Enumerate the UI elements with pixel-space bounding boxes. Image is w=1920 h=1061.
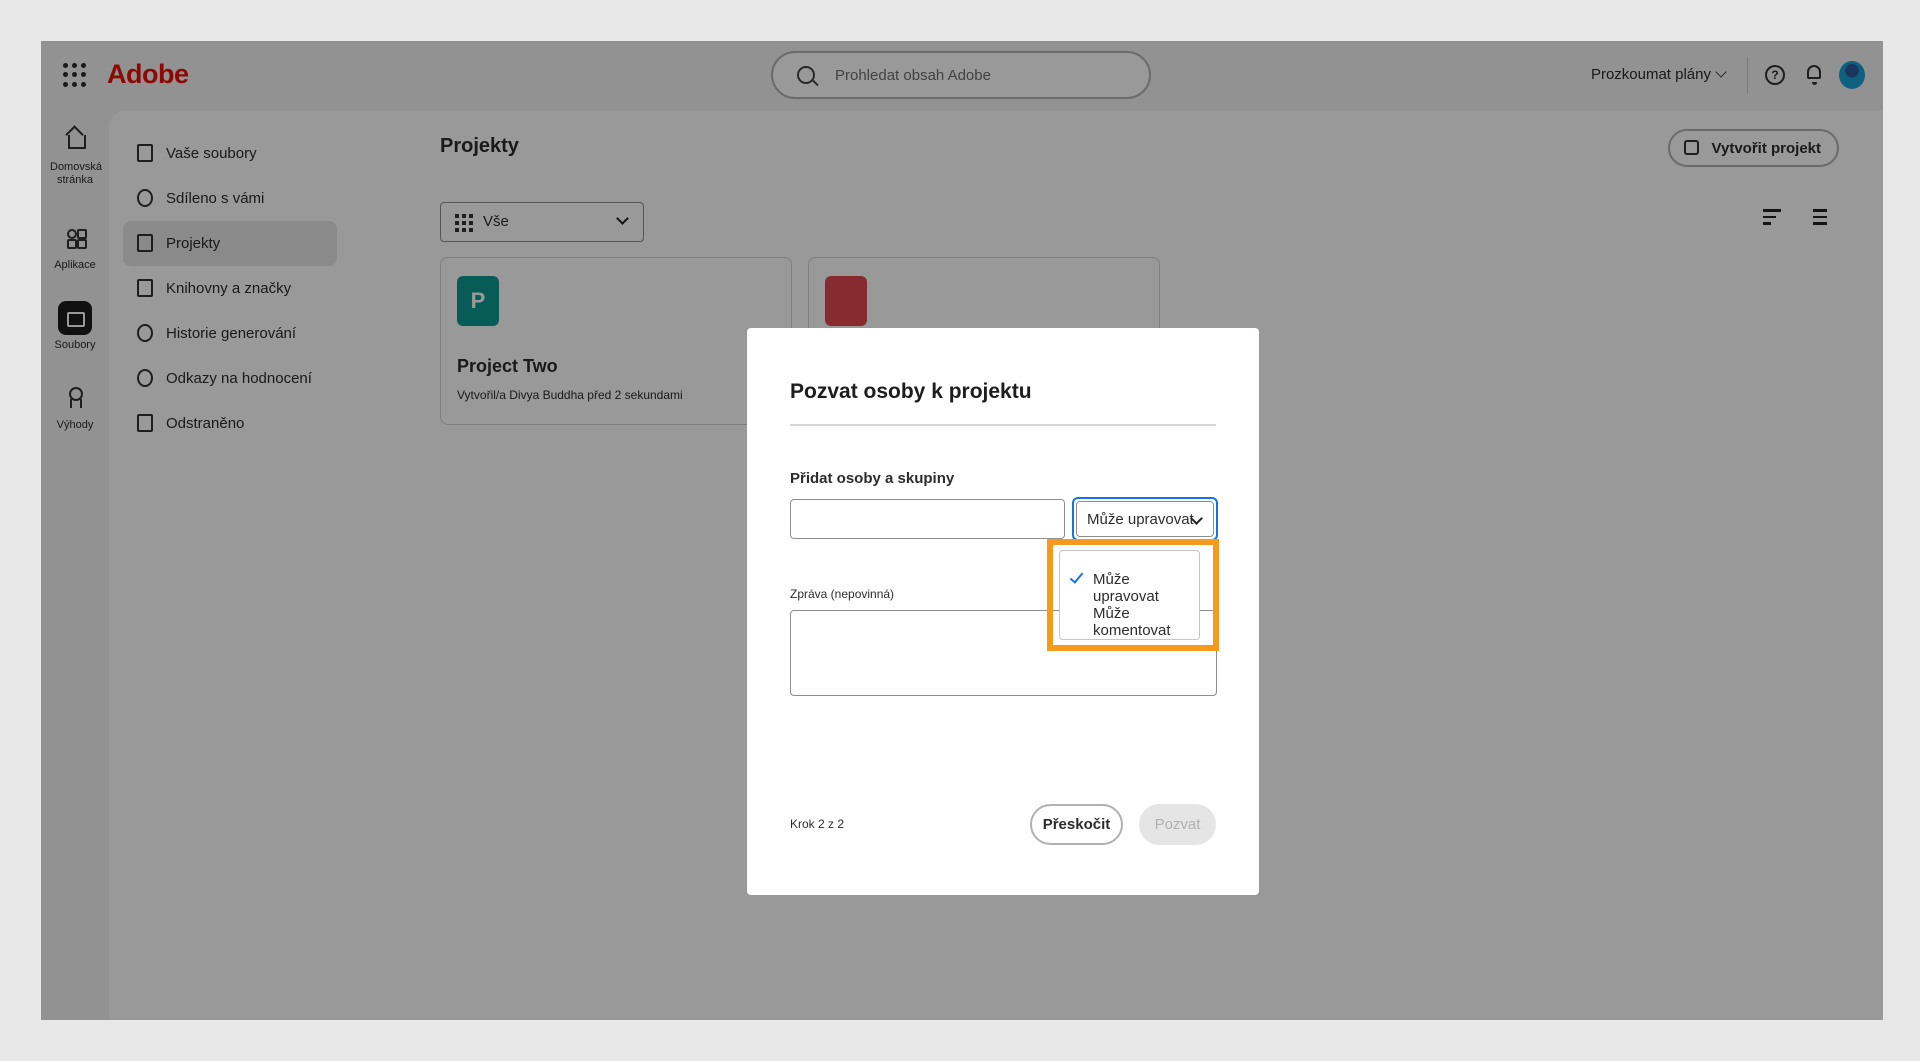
step-indicator: Krok 2 z 2 [790,817,845,831]
add-people-input[interactable] [790,499,1065,539]
highlight-box [1047,539,1219,651]
message-label: Zpráva (nepovinná) [790,587,895,601]
add-people-label: Přidat osoby a skupiny [790,470,955,487]
skip-button[interactable]: Přeskočit [1030,804,1123,845]
permission-select-inner: Může upravovat [1076,501,1214,537]
permission-value: Může upravovat [1087,511,1194,528]
dialog-divider [790,424,1216,426]
invite-button[interactable]: Pozvat [1139,804,1216,845]
dialog-title: Pozvat osoby k projektu [790,380,1032,403]
app-window: Adobe Prohledat obsah Adobe Prozkoumat p… [41,41,1883,1020]
permission-select[interactable]: Může upravovat [1072,497,1218,541]
